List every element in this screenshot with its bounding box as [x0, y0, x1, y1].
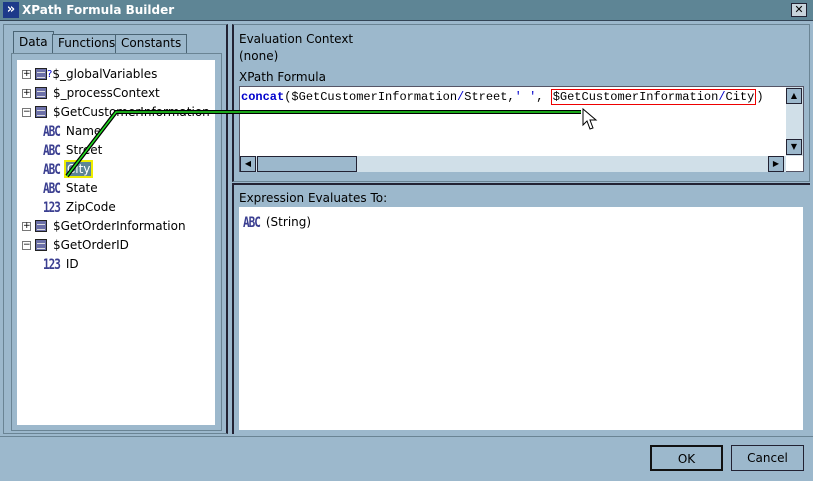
evaluation-context-value: (none) [239, 49, 279, 63]
formula-part: Street, [464, 90, 515, 104]
formula-part: ($GetCustomerInformation [284, 90, 458, 104]
scroll-right-button[interactable]: ▶ [768, 156, 784, 172]
tree-node-get-order-information[interactable]: + $GetOrderInformation [22, 217, 186, 235]
node-label: ID [65, 257, 79, 271]
tree-node-get-order-id[interactable]: − $GetOrderID [22, 236, 129, 254]
variable-icon [35, 87, 47, 99]
expand-icon[interactable]: + [22, 221, 31, 231]
window-title: XPath Formula Builder [22, 3, 175, 17]
node-label: ZipCode [65, 200, 116, 214]
number-type-icon: 123 [43, 198, 61, 216]
formula-part: City [725, 90, 755, 104]
evaluation-context-label: Evaluation Context [239, 32, 354, 46]
variable-icon [35, 106, 47, 118]
tab-data[interactable]: Data [13, 31, 54, 54]
scroll-left-button[interactable]: ◀ [240, 156, 256, 172]
string-type-icon: ABC [243, 213, 261, 231]
variable-icon [35, 239, 47, 251]
tree-node-get-customer-information[interactable]: − $GetCustomerInformation [22, 103, 210, 121]
node-label: Name [65, 124, 102, 138]
collapse-icon[interactable]: − [22, 107, 31, 117]
tree-node-city[interactable]: ABC City [43, 160, 94, 178]
formula-text[interactable]: concat($GetCustomerInformation / Street,' … [241, 89, 764, 105]
string-type-icon: ABC [43, 141, 61, 159]
scroll-thumb[interactable] [257, 156, 357, 172]
formula-string: ' ' [514, 90, 537, 104]
expand-icon[interactable]: + [22, 69, 31, 79]
scroll-down-button[interactable]: ▼ [786, 139, 802, 155]
formula-part: ) [756, 90, 764, 104]
node-label: $GetCustomerInformation [53, 105, 210, 119]
number-type-icon: 123 [43, 255, 61, 273]
collapse-icon[interactable]: − [22, 240, 31, 250]
data-tree[interactable]: +? $_globalVariables + $_processContext − $… [17, 60, 215, 425]
formula-slash: / [718, 90, 726, 104]
node-label: $GetOrderInformation [53, 219, 186, 233]
cancel-button[interactable]: Cancel [731, 445, 804, 471]
tab-constants[interactable]: Constants [115, 34, 188, 53]
horizontal-scrollbar[interactable]: ◀ ▶ [240, 156, 786, 172]
result-type: (String) [265, 215, 312, 229]
formula-part: , [536, 90, 551, 104]
xpath-formula-label: XPath Formula [239, 70, 326, 84]
tree-node-zipcode[interactable]: 123 ZipCode [43, 198, 116, 216]
node-label: $_processContext [53, 86, 160, 100]
string-type-icon: ABC [43, 122, 61, 140]
tree-node-id[interactable]: 123 ID [43, 255, 79, 273]
formula-part: $GetCustomerInformation [552, 90, 719, 104]
result-item: ABC (String) [243, 213, 311, 231]
string-type-icon: ABC [43, 160, 61, 178]
variable-icon [35, 220, 47, 232]
string-type-icon: ABC [43, 179, 61, 197]
ok-button[interactable]: OK [650, 445, 723, 471]
node-label: $_globalVariables [52, 67, 158, 81]
tree-node-state[interactable]: ABC State [43, 179, 98, 197]
node-label: Street [65, 143, 103, 157]
vertical-scrollbar[interactable]: ▲ ▼ [786, 87, 803, 156]
function-name: concat [241, 90, 285, 104]
app-logo-icon: » [3, 2, 19, 18]
tree-node-name[interactable]: ABC Name [43, 122, 101, 140]
title-bar: » XPath Formula Builder [0, 0, 813, 21]
expression-evaluates-label: Expression Evaluates To: [239, 191, 388, 205]
result-box: ABC (String) [239, 207, 803, 430]
close-button[interactable]: ✕ [791, 3, 807, 17]
tree-node-process-context[interactable]: + $_processContext [22, 84, 160, 102]
tab-functions[interactable]: Functions [52, 34, 122, 53]
tree-node-street[interactable]: ABC Street [43, 141, 102, 159]
node-label-selected: City [63, 160, 94, 178]
variable-icon [35, 68, 47, 80]
tree-node-global-variables[interactable]: +? $_globalVariables [22, 65, 157, 83]
scroll-up-button[interactable]: ▲ [786, 88, 802, 104]
node-label: State [65, 181, 98, 195]
expand-icon[interactable]: + [22, 88, 31, 98]
drop-target-highlight: $GetCustomerInformation/City [550, 89, 757, 105]
node-label: $GetOrderID [53, 238, 129, 252]
